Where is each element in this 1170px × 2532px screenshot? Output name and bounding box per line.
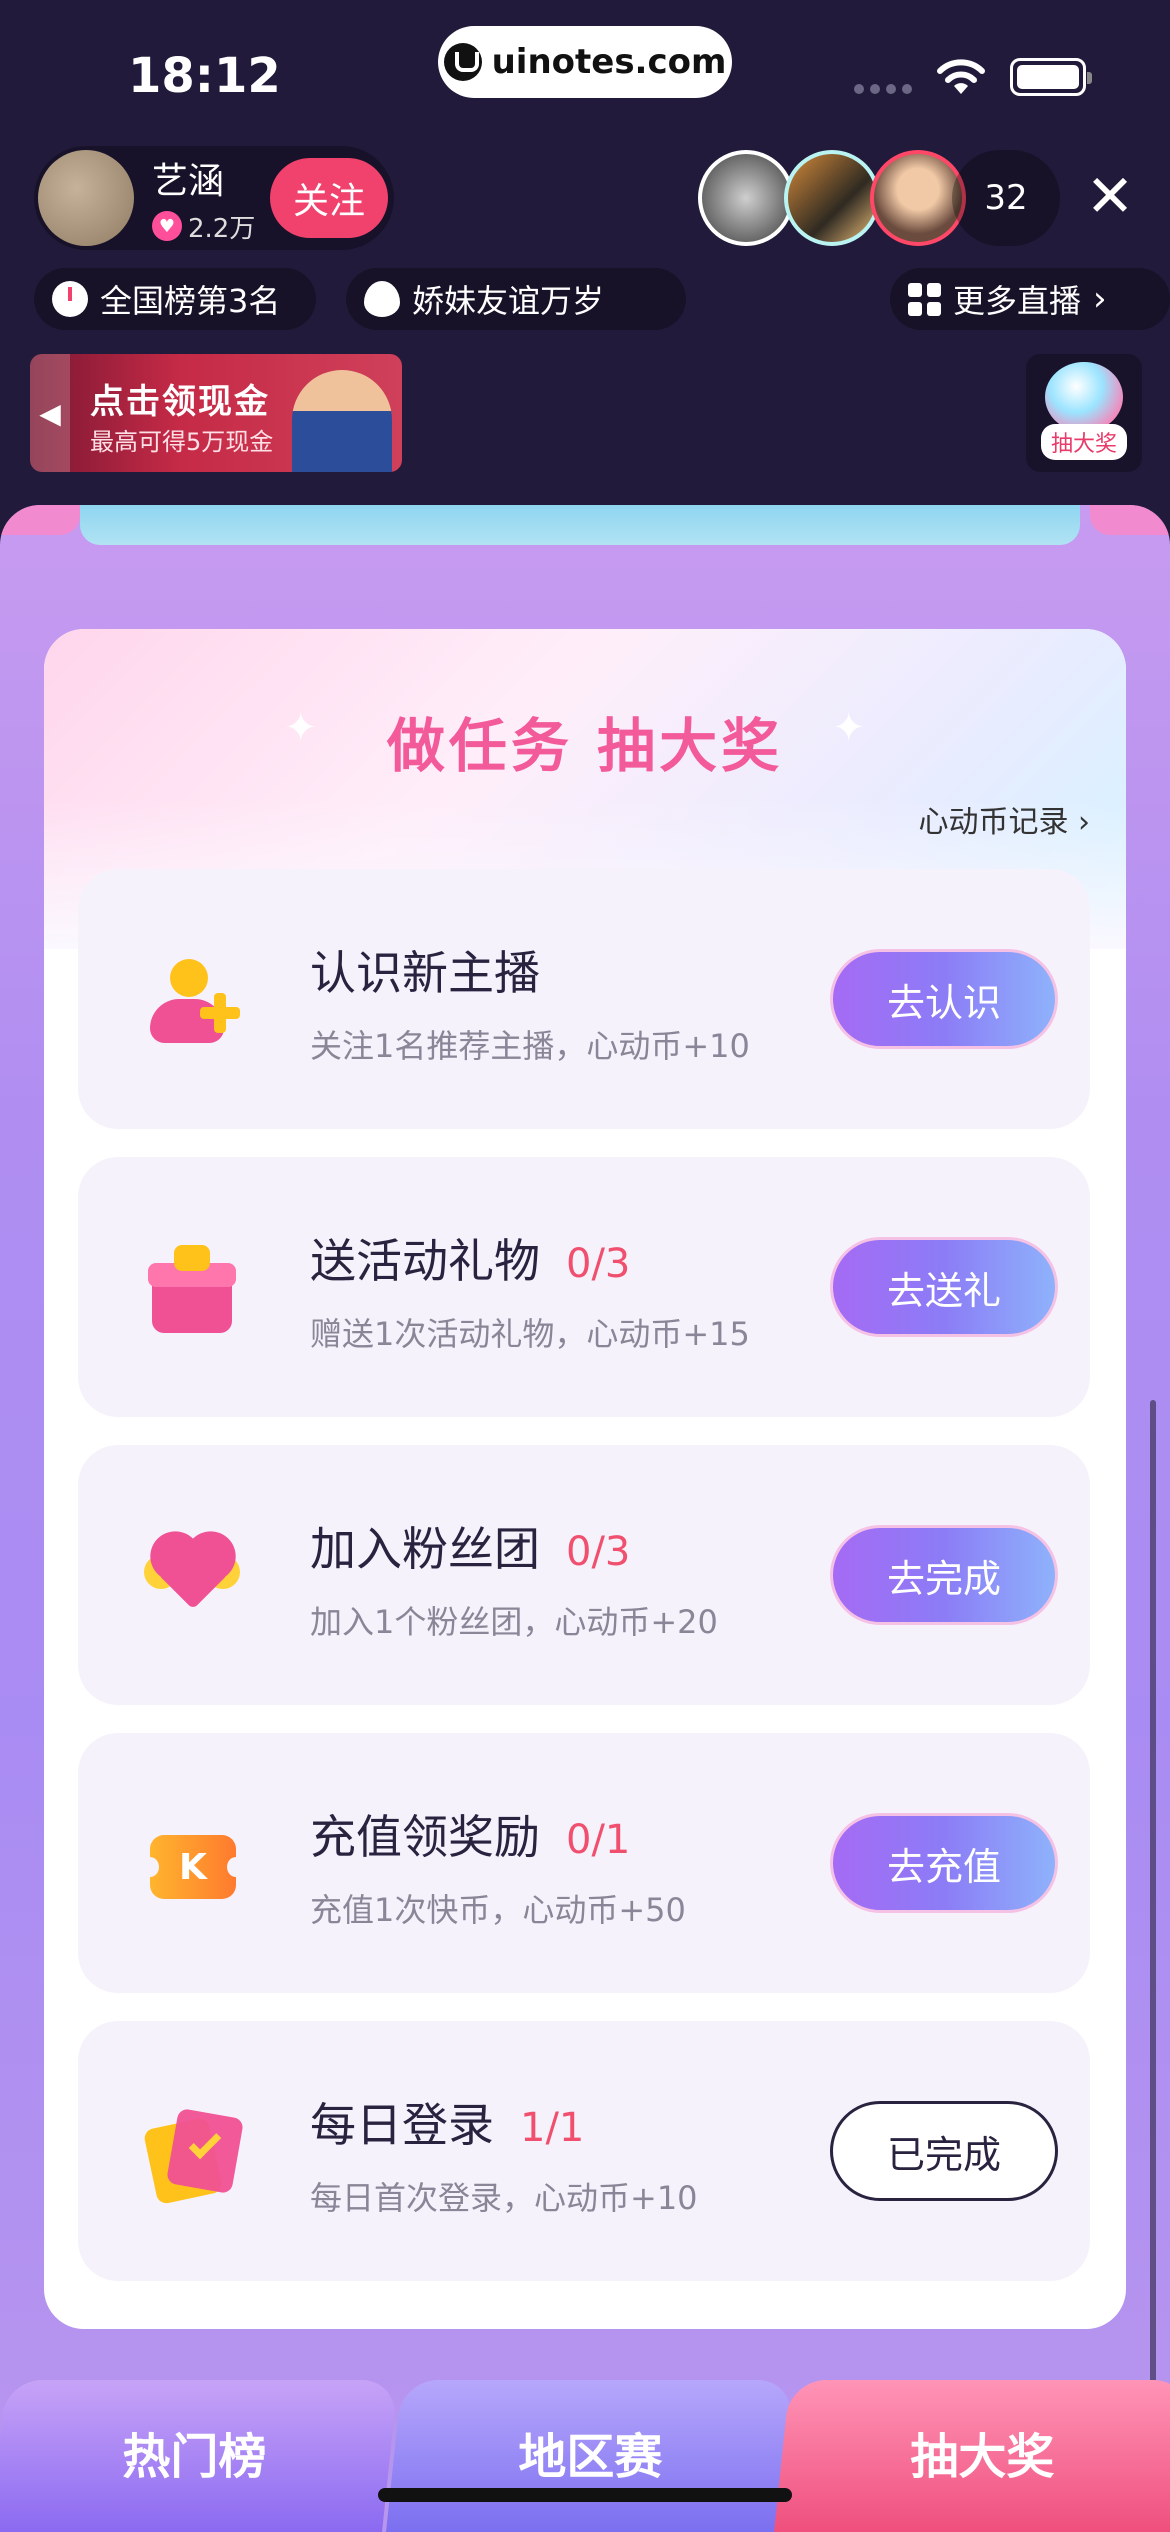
lottery-badge[interactable]: 抽大奖	[1026, 354, 1142, 472]
bottom-tab-bar: 热门榜 地区赛 抽大奖	[0, 2380, 1170, 2532]
anchor-likes: ♥ 2.2万	[152, 208, 255, 245]
clock-icon	[52, 281, 88, 317]
status-bar: 18:12 uinotes.com	[0, 0, 1170, 140]
tab-hot-ranking[interactable]: 热门榜	[0, 2380, 398, 2532]
tab-label: 热门榜	[122, 2429, 267, 2485]
task-item: 每日登录 1/1 每日首次登录，心动币+10 已完成	[78, 2021, 1090, 2281]
cash-banner-subtitle: 最高可得5万现金	[90, 428, 274, 456]
viewer-avatar[interactable]	[698, 150, 794, 246]
task-progress: 0/1	[566, 1817, 631, 1863]
task-title-row: 充值领奖励 0/1	[310, 1801, 630, 1867]
more-live-label: 更多直播	[953, 282, 1082, 320]
panel-decoration	[80, 505, 1080, 545]
task-description: 关注1名推荐主播，心动币+10	[310, 1027, 750, 1065]
task-title: 加入粉丝团	[310, 1522, 540, 1576]
cash-banner[interactable]: ◀ 点击领现金 最高可得5万现金	[30, 354, 402, 472]
task-item: K 充值领奖励 0/1 充值1次快币，心动币+50 去充值	[78, 1733, 1090, 1993]
task-completed-button[interactable]: 已完成	[830, 2101, 1058, 2201]
task-description: 赠送1次活动礼物，心动币+15	[310, 1315, 750, 1353]
task-title: 送活动礼物	[310, 1234, 540, 1288]
anchor-avatar[interactable]	[38, 150, 134, 246]
cash-banner-title: 点击领现金	[90, 382, 270, 422]
banner-person-image	[292, 370, 392, 472]
lottery-badge-label: 抽大奖	[1040, 424, 1127, 460]
chevron-right-icon: ›	[1093, 279, 1107, 319]
task-action-button[interactable]: 去完成	[830, 1525, 1058, 1625]
task-description: 每日首次登录，心动币+10	[310, 2179, 698, 2217]
tab-lottery[interactable]: 抽大奖	[774, 2380, 1170, 2532]
viewer-avatars[interactable]	[698, 150, 966, 246]
heart-icon: ♥	[152, 211, 182, 241]
flame-icon	[364, 281, 400, 317]
follow-button[interactable]: 关注	[270, 158, 388, 238]
battery-icon	[1010, 58, 1092, 96]
collapse-arrow-icon[interactable]: ◀	[30, 354, 70, 472]
lottery-ball-icon	[1045, 362, 1123, 432]
coin-record-label: 心动币记录	[918, 805, 1069, 840]
activity-panel: ✦ 做任务 抽大奖 ✦ 心动币记录 › 认识新主播 关注1名推荐主播，心动币+1…	[0, 505, 1170, 2532]
task-progress: 0/3	[566, 1529, 631, 1575]
task-progress: 1/1	[520, 2105, 585, 2151]
coin-ticket-icon: K	[141, 1817, 245, 1913]
wifi-icon	[937, 59, 985, 94]
cellular-signal-icon	[854, 84, 912, 94]
task-title: 认识新主播	[310, 946, 540, 1000]
task-progress: 0/3	[566, 1241, 631, 1287]
fan-group-tag[interactable]: 娇妹友谊万岁	[346, 268, 686, 330]
grid-icon	[908, 282, 941, 316]
more-live-button[interactable]: 更多直播 ›	[890, 268, 1170, 330]
rank-tag[interactable]: 全国榜第3名	[34, 268, 316, 330]
task-item: 送活动礼物 0/3 赠送1次活动礼物，心动币+15 去送礼	[78, 1157, 1090, 1417]
viewer-count[interactable]: 32	[952, 150, 1060, 246]
url-pill[interactable]: uinotes.com	[438, 26, 732, 98]
task-item: 认识新主播 关注1名推荐主播，心动币+10 去认识	[78, 869, 1090, 1129]
task-title-row: 加入粉丝团 0/3	[310, 1513, 630, 1579]
person-plus-icon	[144, 953, 240, 1049]
anchor-info-pill[interactable]: 艺涵 ♥ 2.2万 关注	[34, 146, 394, 250]
task-card-title: 做任务 抽大奖	[386, 712, 784, 780]
task-action-button[interactable]: 去充值	[830, 1813, 1058, 1913]
task-title-row: 送活动礼物 0/3	[310, 1225, 630, 1291]
task-description: 充值1次快币，心动币+50	[310, 1891, 686, 1929]
coin-record-link[interactable]: 心动币记录 ›	[918, 797, 1090, 841]
gift-icon	[144, 1241, 240, 1337]
task-description: 加入1个粉丝团，心动币+20	[310, 1603, 718, 1641]
anchor-likes-count: 2.2万	[188, 213, 256, 244]
task-card: ✦ 做任务 抽大奖 ✦ 心动币记录 › 认识新主播 关注1名推荐主播，心动币+1…	[44, 629, 1126, 2329]
task-item: 加入粉丝团 0/3 加入1个粉丝团，心动币+20 去完成	[78, 1445, 1090, 1705]
fan-group-tag-label: 娇妹友谊万岁	[412, 282, 605, 320]
home-indicator[interactable]	[378, 2488, 792, 2502]
task-title: 充值领奖励	[310, 1810, 540, 1864]
chevron-right-icon: ›	[1078, 805, 1090, 840]
task-action-button[interactable]: 去认识	[830, 949, 1058, 1049]
panel-decoration	[0, 505, 80, 535]
task-title-row: 认识新主播	[310, 937, 566, 1003]
clock-time: 18:12	[128, 48, 281, 104]
checkin-card-icon	[142, 2105, 245, 2206]
task-title: 每日登录	[310, 2098, 494, 2152]
url-text: uinotes.com	[491, 42, 727, 82]
scrollbar[interactable]	[1150, 1400, 1156, 2530]
winged-heart-icon	[144, 1529, 240, 1625]
task-title-row: 每日登录 1/1	[310, 2089, 584, 2155]
task-action-button[interactable]: 去送礼	[830, 1237, 1058, 1337]
sparkle-icon: ✦	[832, 705, 866, 751]
viewer-avatar[interactable]	[784, 150, 880, 246]
rank-tag-label: 全国榜第3名	[100, 282, 281, 320]
panel-decoration	[1090, 505, 1170, 535]
tab-label: 抽大奖	[910, 2429, 1055, 2485]
tab-label: 地区赛	[518, 2429, 663, 2485]
tab-region-contest[interactable]: 地区赛	[386, 2380, 794, 2532]
anchor-name: 艺涵	[152, 160, 225, 202]
uinotes-logo-icon	[443, 43, 482, 81]
close-icon[interactable]: ✕	[1080, 166, 1140, 226]
